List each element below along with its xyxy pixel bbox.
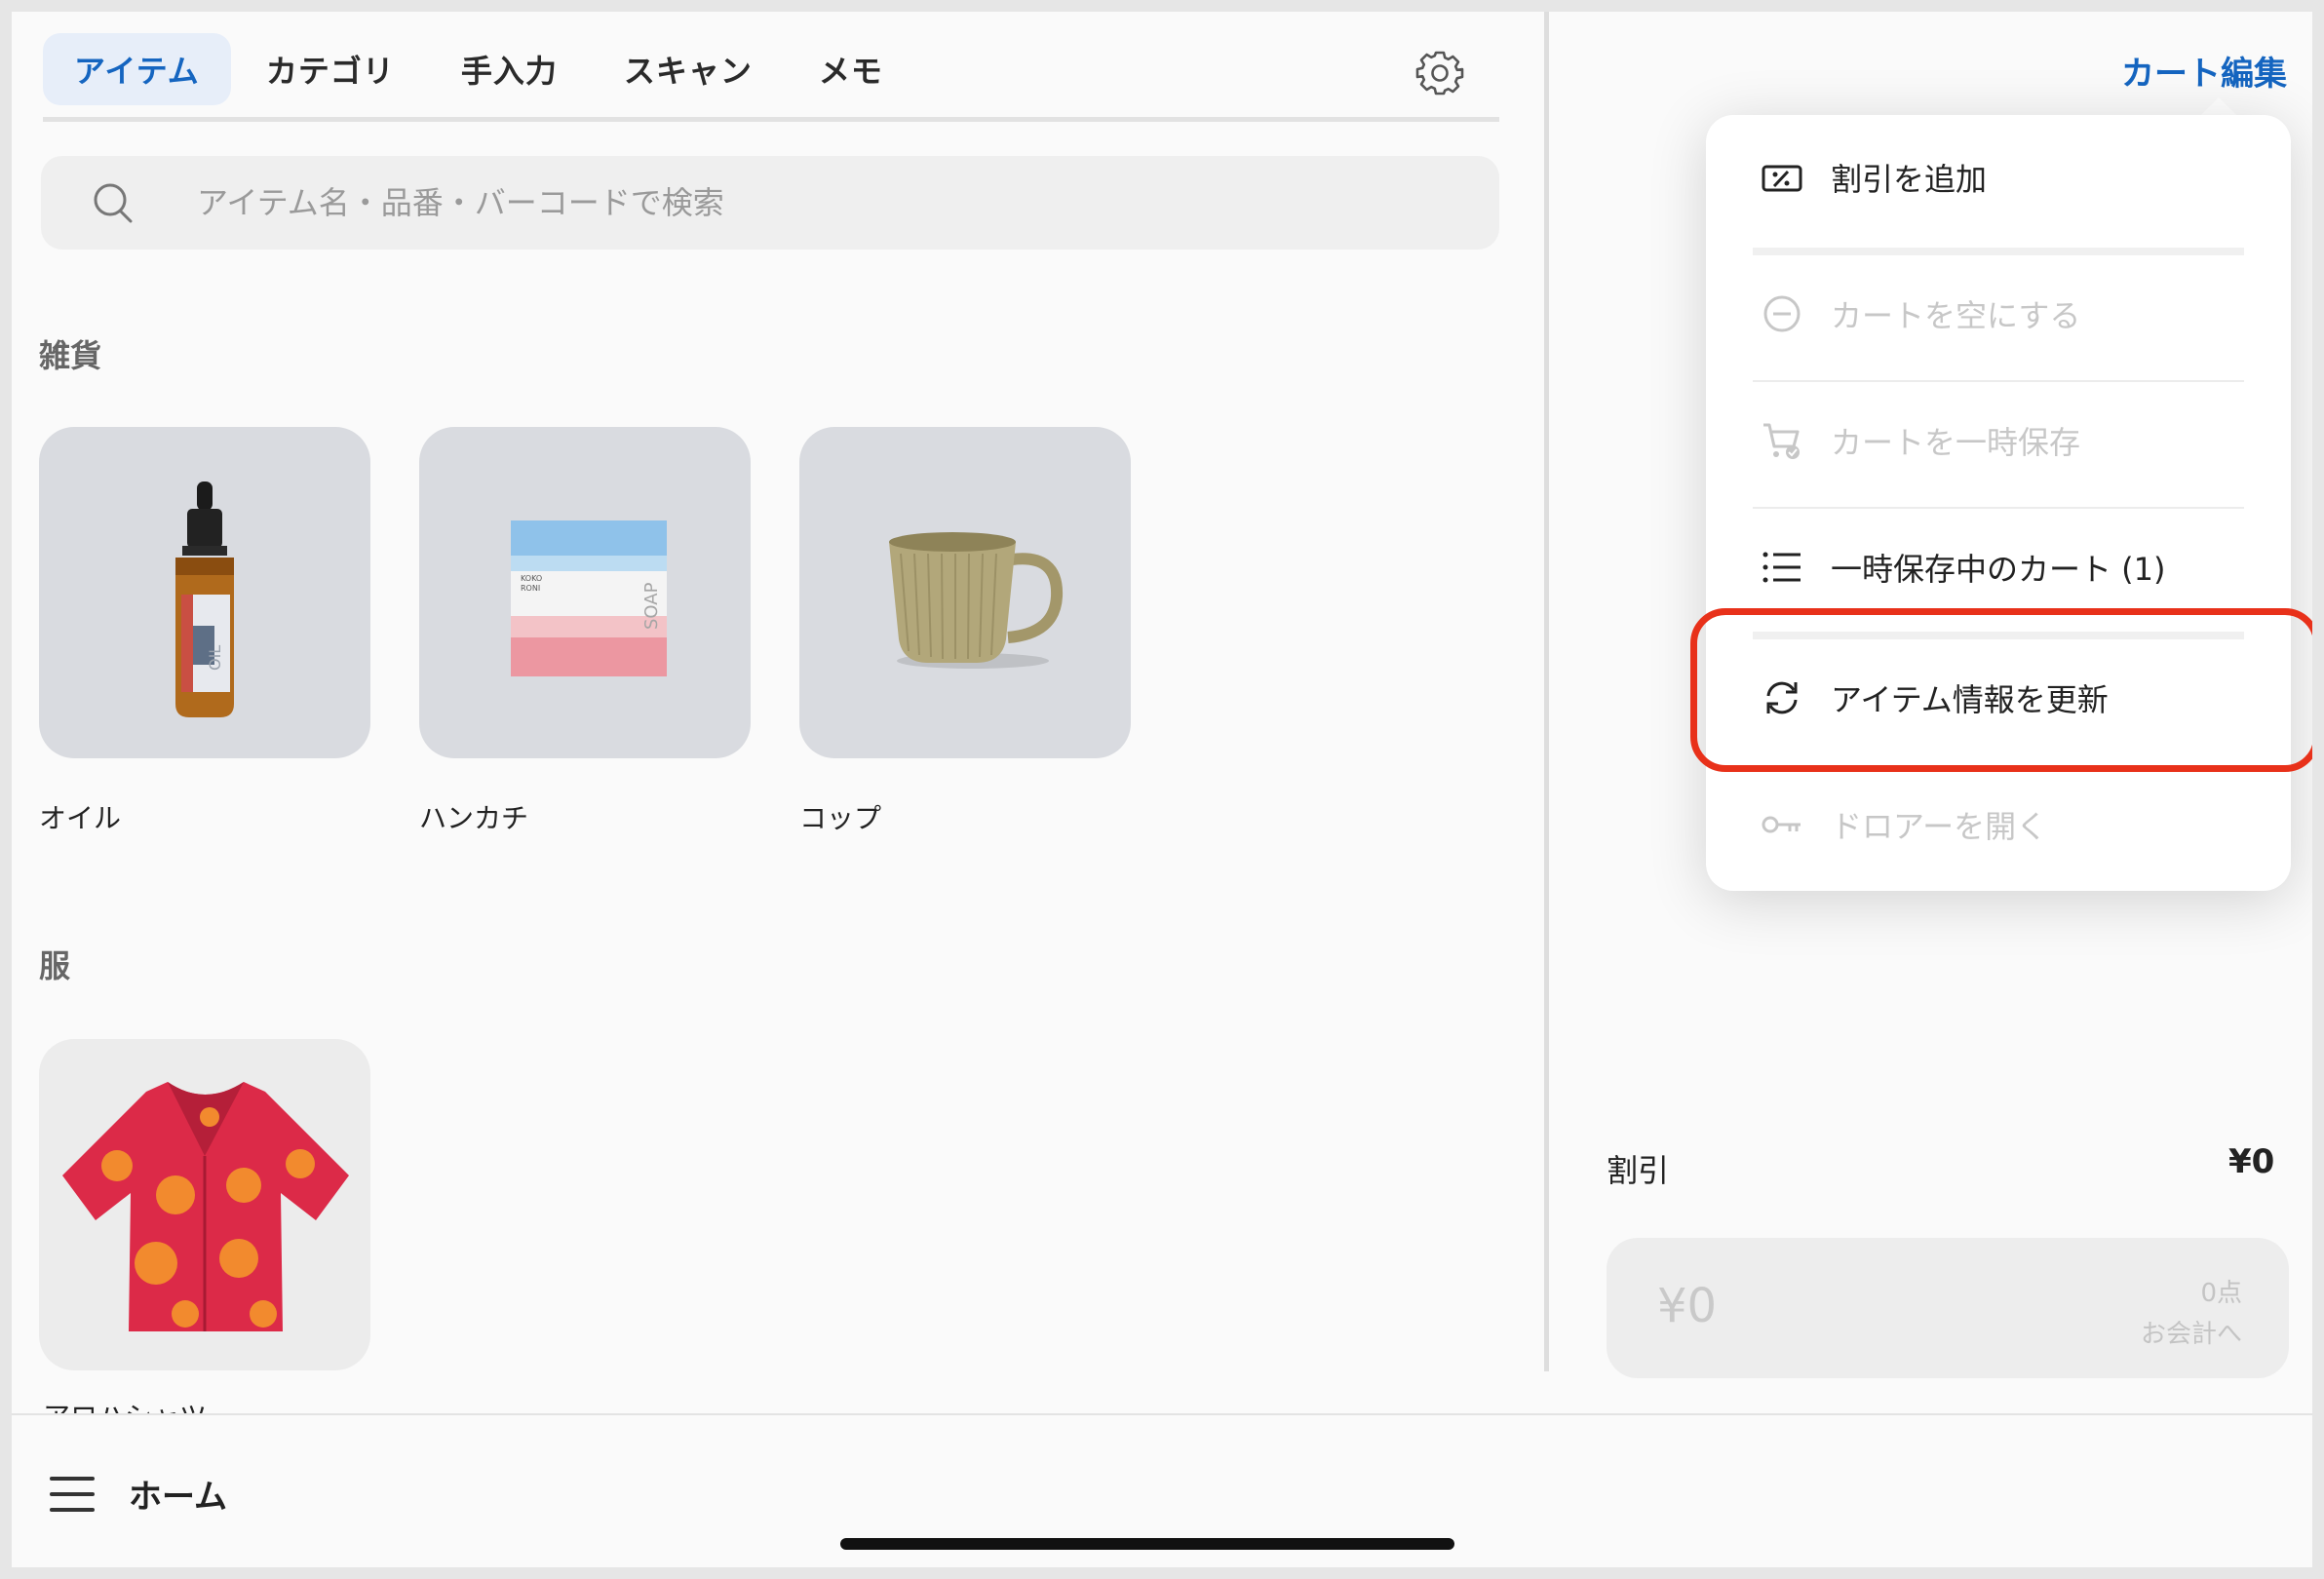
menu-item-add-discount[interactable]: 割引を追加 xyxy=(1706,115,2291,240)
section-title-clothes: 服 xyxy=(39,947,71,984)
item-label: オイル xyxy=(39,802,122,834)
oil-bottle-image: OIL xyxy=(39,427,370,758)
key-icon xyxy=(1762,816,1801,833)
popover-arrow xyxy=(2199,97,2238,117)
checkout-label: お会計へ xyxy=(2140,1320,2242,1349)
menu-item-save-cart[interactable]: カートを一時保存 xyxy=(1706,378,2291,503)
item-tile-oil[interactable]: OIL オイル xyxy=(39,427,370,836)
checkout-total: ¥0 xyxy=(1657,1279,1718,1333)
tab-scan[interactable]: スキャン xyxy=(593,33,784,105)
menu-item-label: 一時保存中のカート (1) xyxy=(1831,551,2166,588)
search-input[interactable] xyxy=(197,179,1464,226)
menu-item-label: 割引を追加 xyxy=(1831,161,1988,198)
svg-text:SOAP: SOAP xyxy=(641,582,662,630)
discount-value: ¥0 xyxy=(2228,1142,2275,1181)
tab-manual-entry[interactable]: 手入力 xyxy=(430,33,589,105)
list-icon xyxy=(1762,552,1801,583)
cart-check-icon xyxy=(1763,423,1800,459)
search-bar[interactable] xyxy=(41,156,1499,250)
item-tile-aloha-shirt[interactable] xyxy=(39,1039,370,1370)
svg-text:OIL: OIL xyxy=(206,645,224,671)
item-label: ハンカチ xyxy=(419,802,529,834)
checkout-count: 0点 xyxy=(2200,1279,2242,1308)
app-window: アイテム カテゴリ 手入力 スキャン メモ 雑貨 xyxy=(12,12,2312,1567)
tab-underline xyxy=(43,117,1499,122)
checkout-button[interactable]: ¥0 0点 お会計へ xyxy=(1607,1238,2289,1378)
menu-item-label: ドロアーを開く xyxy=(1831,808,2048,845)
tab-memo[interactable]: メモ xyxy=(788,33,914,105)
home-label: ホーム xyxy=(129,1478,227,1517)
search-icon xyxy=(94,183,133,223)
item-label-peek: アロハシャツ xyxy=(43,1396,207,1413)
item-tile-handkerchief[interactable]: KOKO RONI SOAP ハンカチ xyxy=(419,427,751,836)
minus-circle-icon xyxy=(1763,295,1801,332)
hamburger-menu-icon[interactable] xyxy=(49,1474,96,1515)
home-indicator xyxy=(840,1538,1454,1550)
tab-bar: アイテム カテゴリ 手入力 スキャン メモ xyxy=(43,33,914,105)
cart-edit-button[interactable]: カート編集 xyxy=(2121,47,2287,95)
svg-text:RONI: RONI xyxy=(521,584,540,593)
menu-item-label: カートを空にする xyxy=(1831,297,2081,334)
tab-categories[interactable]: カテゴリ xyxy=(235,33,426,105)
item-label: コップ xyxy=(799,802,882,834)
discount-label: 割引 xyxy=(1607,1152,1670,1189)
soap-bar-image: KOKO RONI SOAP xyxy=(419,427,751,758)
gear-icon[interactable] xyxy=(1415,49,1464,97)
section-title-goods: 雑貨 xyxy=(39,337,102,374)
tab-items[interactable]: アイテム xyxy=(43,33,231,105)
panel-divider xyxy=(1544,12,1549,1371)
discount-icon xyxy=(1762,165,1802,192)
menu-item-empty-cart[interactable]: カートを空にする xyxy=(1706,251,2291,376)
cup-image xyxy=(799,427,1131,758)
menu-item-open-drawer[interactable]: ドロアーを開く xyxy=(1706,762,2291,887)
svg-text:KOKO: KOKO xyxy=(521,574,542,583)
highlight-annotation xyxy=(1690,608,2312,772)
menu-item-label: カートを一時保存 xyxy=(1831,424,2081,461)
item-tile-cup[interactable]: コップ xyxy=(799,427,1131,836)
cart-edit-menu: 割引を追加 カートを空にする カートを一時保存 一時保存中のカート (1) アイ… xyxy=(1706,115,2291,891)
aloha-shirt-image xyxy=(39,1039,370,1370)
